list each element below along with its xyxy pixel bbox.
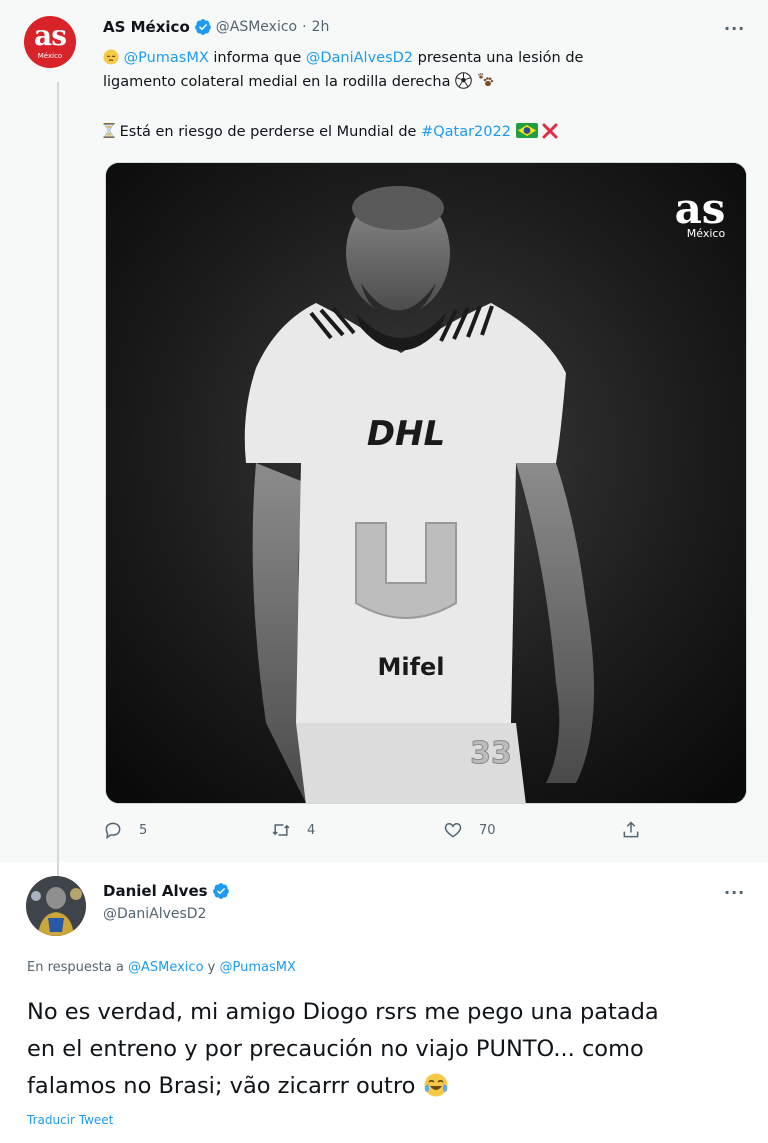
- verified-badge-icon: [194, 19, 211, 35]
- tears-of-joy-emoji-icon: [423, 1072, 449, 1101]
- reply-icon: [105, 822, 121, 840]
- paw-prints-emoji-icon: [477, 72, 495, 92]
- avatar-as-mexico[interactable]: as México: [24, 16, 76, 68]
- share-button[interactable]: [621, 820, 657, 840]
- more-options-icon[interactable]: ···: [724, 885, 746, 901]
- media-as-logo-sub: México: [687, 227, 726, 240]
- author-handle[interactable]: @ASMexico: [216, 19, 297, 35]
- tweet-text-segment: ligamento colateral medial en la rodilla…: [103, 74, 451, 90]
- tweet-text-line: falamos no Brasi; vão zicarrr outro: [27, 1068, 757, 1105]
- shirt-sponsor-text: DHL: [367, 414, 445, 454]
- verified-badge-icon: [212, 883, 229, 899]
- player-photo: DHL Mifel 33 as México: [106, 163, 746, 803]
- like-button[interactable]: 70: [443, 820, 496, 840]
- tweet-text-segment: falamos no Brasi; vão zicarrr outro: [27, 1073, 416, 1099]
- tweet-media-photo[interactable]: DHL Mifel 33 as México: [105, 162, 747, 804]
- author-name[interactable]: Daniel Alves: [103, 882, 208, 900]
- reply-context-text: y: [203, 960, 220, 975]
- tweet-text-line: en el entreno y por precaución no viajo …: [27, 1036, 644, 1062]
- tweet-time[interactable]: 2h: [312, 19, 330, 35]
- more-options-icon[interactable]: ···: [724, 21, 746, 37]
- retweet-count: 4: [307, 822, 316, 838]
- thread-connector-line: [57, 82, 59, 862]
- author-name[interactable]: AS México: [103, 18, 190, 36]
- reply-tweet-text: No es verdad, mi amigo Diogo rsrs me peg…: [27, 994, 757, 1105]
- reply-count: 5: [139, 822, 148, 838]
- mention-asmexico[interactable]: @ASMexico: [128, 960, 204, 975]
- separator-dot: ·: [302, 19, 307, 35]
- reply-context: En respuesta a @ASMexico y @PumasMX: [27, 960, 296, 975]
- brazil-flag-emoji-icon: [515, 123, 538, 141]
- retweet-button[interactable]: 4: [271, 820, 315, 840]
- heart-icon: [444, 822, 462, 838]
- tweet-text-line: @PumasMX informa que @DaniAlvesD2 presen…: [103, 46, 583, 70]
- tweet-header: AS México @ASMexico · 2h: [103, 16, 329, 38]
- tweet-text-segment: informa que: [208, 50, 306, 66]
- tweet-text-segment: Está en riesgo de perderse el Mundial de: [119, 124, 422, 140]
- mention-pumasmx[interactable]: @PumasMX: [124, 50, 209, 66]
- retweet-icon: [272, 824, 290, 836]
- author-handle[interactable]: @DaniAlvesD2: [103, 906, 206, 922]
- tweet-actions-bar: 5 4 70: [103, 820, 663, 846]
- shirt-sponsor2-text: Mifel: [377, 653, 444, 681]
- translate-tweet-link[interactable]: Traducir Tweet: [27, 1113, 113, 1127]
- hourglass-emoji-icon: [103, 122, 115, 142]
- tweet-text-line: ligamento colateral medial en la rodilla…: [103, 70, 495, 94]
- reply-button[interactable]: 5: [103, 820, 147, 840]
- tweet-text-line: No es verdad, mi amigo Diogo rsrs me peg…: [27, 999, 659, 1025]
- avatar-photo: [26, 876, 86, 936]
- shorts-number: 33: [470, 736, 512, 771]
- soccer-ball-emoji-icon: [455, 72, 472, 92]
- media-as-logo: as: [675, 184, 726, 233]
- reply-context-text: En respuesta a: [27, 960, 128, 975]
- tweet-text-line: Está en riesgo de perderse el Mundial de…: [103, 120, 558, 144]
- avatar-logo-text: as: [34, 19, 67, 52]
- mention-pumasmx[interactable]: @PumasMX: [220, 960, 296, 975]
- avatar-daniel-alves[interactable]: [26, 876, 86, 936]
- sleepy-face-emoji-icon: [103, 49, 119, 68]
- avatar-logo-subtext: México: [37, 52, 63, 60]
- like-count: 70: [479, 822, 496, 838]
- mention-danialvesd2[interactable]: @DaniAlvesD2: [306, 50, 413, 66]
- cross-mark-emoji-icon: [542, 123, 558, 142]
- tweet-header: Daniel Alves: [103, 880, 234, 902]
- share-icon: [623, 821, 639, 838]
- tweet-text-segment: presenta una lesión de: [413, 50, 584, 66]
- hashtag-qatar2022[interactable]: #Qatar2022: [421, 124, 511, 140]
